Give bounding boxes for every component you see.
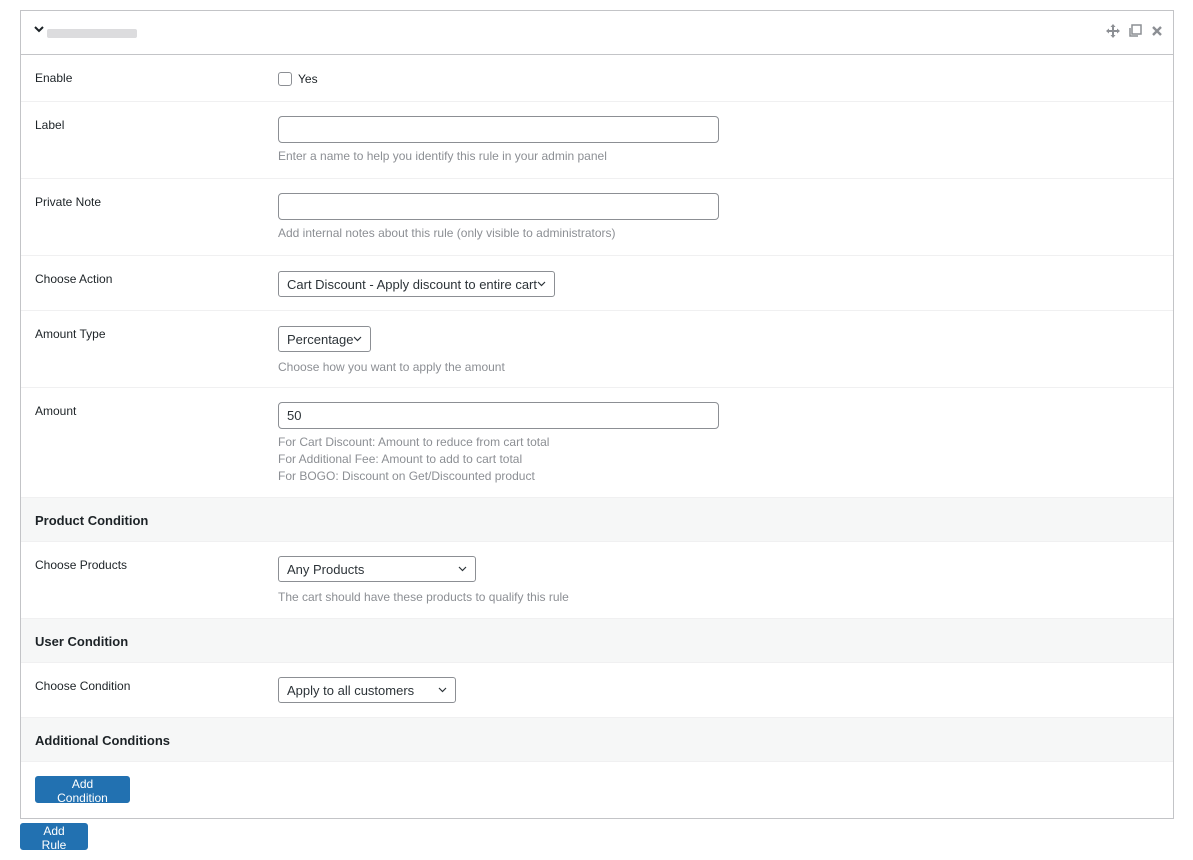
amount-type-description: Choose how you want to apply the amount [278, 360, 505, 374]
amount-description-line: For Additional Fee: Amount to add to car… [278, 452, 523, 466]
choose-products-label: Choose Products [35, 558, 128, 572]
amount-input[interactable] [278, 402, 719, 429]
choose-action-label: Choose Action [35, 272, 113, 286]
duplicate-icon[interactable] [1127, 23, 1143, 39]
rule-panel: Enable Yes Label Enter a name to help yo… [20, 10, 1174, 819]
private-note-row: Private Note Add internal notes about th… [21, 179, 1173, 256]
private-note-input[interactable] [278, 193, 719, 220]
chevron-down-icon [353, 336, 362, 342]
private-note-description: Add internal notes about this rule (only… [278, 226, 616, 240]
product-condition-section-header: Product Condition [21, 498, 1173, 542]
add-rule-button[interactable]: Add Rule [20, 823, 88, 852]
label-label: Label [35, 118, 65, 132]
add-condition-button[interactable]: Add Condition [35, 776, 130, 805]
choose-action-select[interactable]: Cart Discount - Apply discount to entire… [278, 271, 555, 297]
choose-action-row: Choose Action Cart Discount - Apply disc… [21, 256, 1173, 311]
user-condition-title: User Condition [35, 634, 129, 649]
amount-row: Amount For Cart Discount: Amount to redu… [21, 388, 1173, 498]
amount-type-row: Amount Type Percentage Choose how you wa… [21, 311, 1173, 388]
amount-type-label: Amount Type [35, 327, 106, 341]
label-description: Enter a name to help you identify this r… [278, 149, 607, 163]
choose-condition-label: Choose Condition [35, 679, 131, 693]
amount-type-select[interactable]: Percentage [278, 326, 371, 352]
rule-title-redacted [47, 29, 137, 38]
choose-condition-select[interactable]: Apply to all customers [278, 677, 456, 703]
choose-products-description: The cart should have these products to q… [278, 590, 569, 604]
chevron-down-icon [438, 687, 447, 693]
enable-checkbox-label: Yes [298, 72, 318, 86]
add-condition-area: Add Condition [21, 762, 1173, 817]
move-icon[interactable] [1105, 23, 1121, 39]
label-input[interactable] [278, 116, 719, 143]
choose-products-value: Any Products [287, 561, 365, 577]
amount-description-line: For Cart Discount: Amount to reduce from… [278, 435, 550, 449]
label-row: Label Enter a name to help you identify … [21, 102, 1173, 179]
additional-conditions-section-header: Additional Conditions [21, 718, 1173, 762]
collapse-chevron-icon[interactable] [34, 24, 44, 34]
product-condition-title: Product Condition [35, 513, 149, 528]
chevron-down-icon [537, 281, 546, 287]
amount-label: Amount [35, 404, 77, 418]
user-condition-section-header: User Condition [21, 619, 1173, 663]
choose-products-select[interactable]: Any Products [278, 556, 476, 582]
choose-action-value: Cart Discount - Apply discount to entire… [287, 276, 538, 292]
additional-conditions-title: Additional Conditions [35, 733, 171, 748]
choose-condition-row: Choose Condition Apply to all customers [21, 663, 1173, 718]
amount-description-line: For BOGO: Discount on Get/Discounted pro… [278, 469, 535, 483]
chevron-down-icon [458, 566, 467, 572]
choose-products-row: Choose Products Any Products The cart sh… [21, 542, 1173, 619]
close-icon[interactable] [1149, 23, 1165, 39]
enable-checkbox-wrapper[interactable]: Yes [278, 72, 318, 86]
enable-checkbox[interactable] [278, 72, 292, 86]
amount-type-value: Percentage [287, 331, 354, 347]
enable-label: Enable [35, 71, 73, 85]
rule-header[interactable] [21, 11, 1173, 55]
private-note-label: Private Note [35, 195, 102, 209]
choose-condition-value: Apply to all customers [287, 682, 415, 698]
enable-row: Enable Yes [21, 55, 1173, 102]
